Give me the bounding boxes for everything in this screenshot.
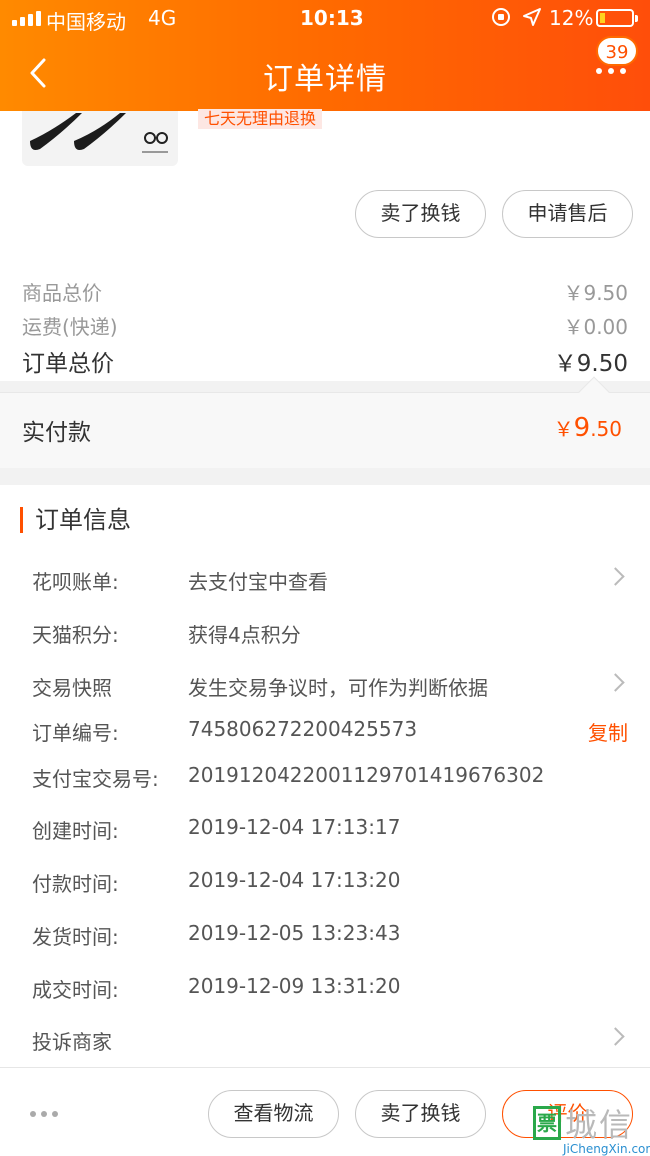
order-info-title: 订单信息 [20, 507, 131, 533]
order-total-row: 订单总价 ￥9.50 [22, 344, 628, 378]
battery-percentage: 12% [549, 6, 594, 30]
payment-decimal: .50 [590, 417, 622, 441]
page-title: 订单详情 [263, 62, 387, 97]
actual-payment-value: ￥9.50 [554, 413, 622, 443]
info-label: 订单编号: [32, 721, 119, 745]
info-label: 成交时间: [32, 978, 119, 1002]
watermark-text: 城信 [565, 1106, 634, 1144]
status-time: 10:13 [300, 6, 364, 30]
info-label: 创建时间: [32, 819, 119, 843]
status-bar: 中国移动 4G 10:13 12% [0, 0, 650, 36]
info-label: 支付宝交易号: [32, 767, 159, 791]
rotation-lock-icon [492, 8, 510, 26]
after-sale-button[interactable]: 申请售后 [502, 190, 633, 238]
order-total-label: 订单总价 [22, 351, 114, 377]
sell-for-cash-button-bottom[interactable]: 卖了换钱 [355, 1090, 486, 1138]
view-logistics-button[interactable]: 查看物流 [208, 1090, 339, 1138]
watermark-badge: 票 [533, 1106, 561, 1140]
chevron-right-icon [606, 567, 625, 586]
goods-total-label: 商品总价 [22, 281, 102, 305]
product-image [30, 113, 168, 153]
payment-currency: ￥ [553, 417, 574, 441]
actual-payment-row: 实付款 ￥9.50 [0, 376, 650, 468]
carrier-name: 中国移动 [46, 10, 126, 34]
watermark-url: JiChengXin.com [563, 1142, 650, 1156]
order-total-value: ￥9.50 [553, 351, 628, 377]
order-info-section: 订单信息 花呗账单: 去支付宝中查看 天猫积分: 获得4点积分 交易快照 发生交… [0, 485, 650, 1067]
payment-integer: 9 [573, 413, 591, 443]
message-count-badge: 39 [596, 36, 638, 66]
goods-total-row: 商品总价 ￥9.50 [22, 277, 628, 306]
info-value: 2019-12-04 17:13:17 [188, 815, 401, 839]
callout-caret [578, 376, 610, 408]
info-value: 2019-12-05 13:23:43 [188, 921, 401, 945]
info-value: 发生交易争议时，可作为判断依据 [188, 676, 488, 700]
info-value: 去支付宝中查看 [188, 570, 328, 594]
info-value: 获得4点积分 [188, 623, 301, 647]
location-arrow-icon [523, 8, 541, 26]
more-options-icon[interactable] [596, 68, 626, 74]
info-label: 交易快照 [32, 676, 112, 700]
info-value: 2019-12-04 17:13:20 [188, 868, 401, 892]
product-thumbnail[interactable] [22, 111, 178, 166]
info-label: 付款时间: [32, 872, 119, 896]
sell-for-cash-button[interactable]: 卖了换钱 [355, 190, 486, 238]
more-actions-icon[interactable] [30, 1111, 58, 1117]
info-label: 发货时间: [32, 925, 119, 949]
info-label: 投诉商家 [32, 1030, 112, 1054]
goods-total-value: ￥9.50 [563, 281, 628, 305]
chevron-right-icon [606, 673, 625, 692]
battery-icon [596, 9, 638, 27]
info-value: 2019-12-09 13:31:20 [188, 974, 401, 998]
return-policy-tag: 七天无理由退换 [198, 109, 323, 129]
actual-payment-label: 实付款 [22, 420, 91, 446]
order-number-value: 745806272200425573 [188, 717, 418, 741]
info-label: 花呗账单: [32, 570, 119, 594]
signal-icon [12, 11, 41, 26]
site-watermark: 票 城信 JiChengXin.com [533, 1100, 650, 1156]
chevron-right-icon [606, 1027, 625, 1046]
shipping-fee-value: ￥0.00 [563, 315, 628, 339]
copy-button[interactable]: 复制 [588, 717, 628, 746]
header-bar: 中国移动 4G 10:13 12% 订单详情 39 [0, 0, 650, 111]
network-type: 4G [148, 6, 177, 30]
info-label: 天猫积分: [32, 623, 119, 647]
shipping-fee-label: 运费(快递) [22, 315, 118, 339]
shipping-fee-row: 运费(快递) ￥0.00 [22, 311, 628, 340]
info-value: 2019120422001129701419676302 [188, 763, 545, 787]
product-card: 七天无理由退换 卖了换钱 申请售后 商品总价 ￥9.50 运费(快递) ￥0.0… [0, 109, 650, 381]
